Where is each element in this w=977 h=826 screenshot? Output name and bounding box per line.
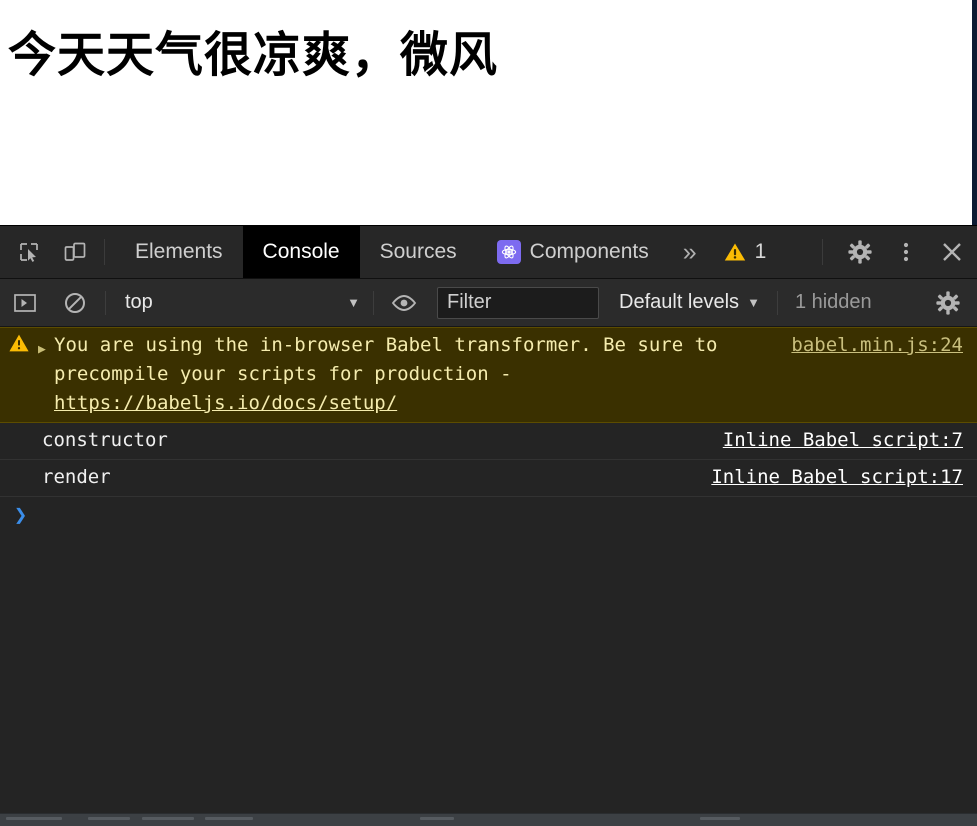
gear-icon xyxy=(848,240,872,264)
log-levels-label: Default levels xyxy=(619,291,740,313)
warning-message-text: You are using the in-browser Babel trans… xyxy=(54,328,785,422)
react-atom-icon xyxy=(496,240,521,264)
devtools-toolbar-right xyxy=(812,233,977,271)
os-taskbar-strip xyxy=(0,813,977,826)
chevron-down-icon: ▼ xyxy=(347,295,360,310)
toolbar-divider xyxy=(104,239,105,265)
warning-count-label: 1 xyxy=(754,240,767,263)
toolbar-divider-right xyxy=(822,239,823,265)
console-prompt-row[interactable]: ❯ xyxy=(0,497,977,529)
log-message-text: render xyxy=(42,466,111,488)
babel-setup-link[interactable]: https://babeljs.io/docs/setup/ xyxy=(54,392,397,414)
log-levels-selector[interactable]: Default levels ▼ xyxy=(607,287,772,319)
warning-counter[interactable]: 1 xyxy=(711,240,779,264)
warning-message-body: You are using the in-browser Babel trans… xyxy=(54,334,729,385)
console-toolbar-right xyxy=(923,286,977,320)
devtools-more-options-button[interactable] xyxy=(887,233,925,271)
tab-components-label: Components xyxy=(529,240,649,263)
kebab-menu-icon xyxy=(903,242,909,262)
expand-message-arrow-icon[interactable]: ▶ xyxy=(38,328,54,364)
taskbar-chip xyxy=(142,817,194,820)
console-settings-button[interactable] xyxy=(930,286,966,320)
warning-message-source-link[interactable]: babel.min.js:24 xyxy=(785,328,977,364)
warning-triangle-icon xyxy=(724,243,745,261)
prompt-chevron-icon: ❯ xyxy=(14,503,28,528)
taskbar-chip xyxy=(420,817,454,820)
taskbar-chip xyxy=(6,817,62,820)
devtools-close-button[interactable] xyxy=(933,233,971,271)
console-message-list[interactable]: ▶ You are using the in-browser Babel tra… xyxy=(0,327,977,814)
inspect-element-icon xyxy=(20,243,38,262)
warning-triangle-icon xyxy=(9,334,29,352)
console-message-log[interactable]: constructor Inline Babel script:7 xyxy=(0,423,977,460)
log-message-source-link[interactable]: Inline Babel script:7 xyxy=(717,423,977,459)
live-expression-eye-icon xyxy=(391,294,417,311)
tab-components[interactable]: Components xyxy=(477,226,669,278)
tab-console-label: Console xyxy=(262,240,340,263)
tab-console[interactable]: Console xyxy=(242,226,360,278)
console-toolbar-divider-1 xyxy=(105,290,106,315)
execution-context-selector[interactable]: top ▼ xyxy=(111,287,368,319)
taskbar-chip xyxy=(88,817,130,820)
log-message-source-link[interactable]: Inline Babel script:17 xyxy=(705,460,977,496)
console-settings-gear-icon xyxy=(936,290,960,315)
page-viewport: 今天天气很凉爽，微风 xyxy=(0,0,977,225)
console-toolbar-divider-2 xyxy=(373,290,374,315)
console-sidebar-toggle-button[interactable] xyxy=(7,286,43,320)
clear-console-icon xyxy=(65,292,85,313)
log-message-text: constructor xyxy=(42,429,168,451)
clear-console-button[interactable] xyxy=(57,286,93,320)
console-toolbar-divider-3 xyxy=(776,290,778,315)
devtools-settings-button[interactable] xyxy=(841,233,879,271)
console-toolbar: top ▼ Default levels ▼ 1 hidden xyxy=(0,279,977,327)
devtools-tabbar: Elements Console Sources Components » 1 xyxy=(0,226,977,279)
execution-context-label: top xyxy=(125,291,153,313)
tab-elements[interactable]: Elements xyxy=(115,226,243,278)
more-tabs-button[interactable]: » xyxy=(669,239,711,265)
console-filter-input[interactable] xyxy=(437,286,599,319)
tab-sources[interactable]: Sources xyxy=(360,226,477,278)
message-level-gutter xyxy=(0,328,38,353)
live-expression-button[interactable] xyxy=(386,286,422,320)
devtools-panel: Elements Console Sources Components » 1 … xyxy=(0,225,977,814)
tab-elements-label: Elements xyxy=(135,240,223,263)
taskbar-chip xyxy=(205,817,253,820)
device-toolbar-icon xyxy=(64,242,86,261)
console-message-warning[interactable]: ▶ You are using the in-browser Babel tra… xyxy=(0,327,977,423)
taskbar-chip xyxy=(700,817,740,820)
page-heading: 今天天气很凉爽，微风 xyxy=(8,27,499,83)
console-message-log[interactable]: render Inline Babel script:17 xyxy=(0,460,977,497)
chevron-down-icon: ▼ xyxy=(747,295,760,310)
close-icon xyxy=(943,243,961,261)
tab-sources-label: Sources xyxy=(379,240,457,263)
device-toolbar-button[interactable] xyxy=(56,233,94,271)
console-sidebar-icon xyxy=(14,293,36,312)
console-prompt-input[interactable] xyxy=(27,505,977,529)
inspect-element-button[interactable] xyxy=(10,233,48,271)
hidden-messages-label[interactable]: 1 hidden xyxy=(783,291,884,314)
